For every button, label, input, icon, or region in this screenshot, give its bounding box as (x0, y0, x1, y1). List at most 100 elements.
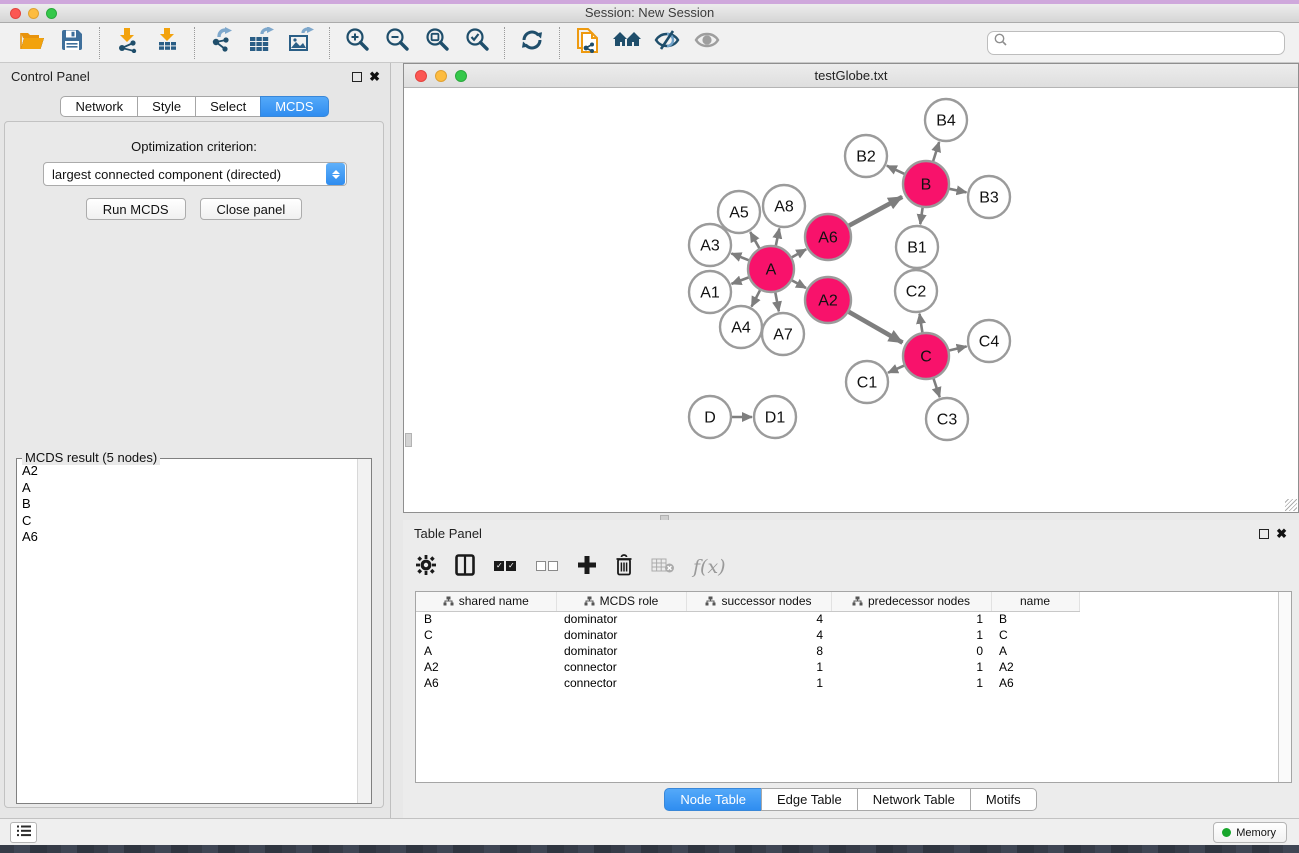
tab-motifs[interactable]: Motifs (970, 788, 1037, 811)
zoom-in-button[interactable] (337, 26, 377, 60)
refresh-button[interactable] (512, 26, 552, 60)
column-header-shared-name[interactable]: shared name (416, 592, 556, 611)
task-history-button[interactable] (10, 822, 37, 843)
close-panel-button[interactable]: Close panel (200, 198, 303, 220)
zoom-fit-button[interactable] (417, 26, 457, 60)
network-graph[interactable]: AA1A2A3A4A5A6A7A8BB1B2B3B4CC1C2C3C4DD1 (404, 88, 1298, 512)
deselect-all-button[interactable] (535, 554, 559, 580)
table-cell[interactable]: connector (556, 659, 686, 675)
table-cell[interactable]: 8 (686, 643, 831, 659)
node-C[interactable]: C (903, 333, 949, 379)
edge-B-B4[interactable] (933, 142, 940, 163)
table-cell[interactable]: 1 (831, 659, 991, 675)
close-traffic-light[interactable] (10, 8, 21, 19)
export-network-button[interactable] (202, 26, 242, 60)
table-cell[interactable]: A (416, 643, 556, 659)
node-B4[interactable]: B4 (925, 99, 967, 141)
node-A4[interactable]: A4 (720, 306, 762, 348)
criterion-dropdown[interactable]: largest connected component (directed) (43, 162, 347, 186)
zoom-selected-button[interactable] (457, 26, 497, 60)
copy-network-button[interactable] (567, 26, 607, 60)
node-A5[interactable]: A5 (718, 191, 760, 233)
mcds-result-item[interactable]: A2 (18, 463, 356, 480)
table-settings-button[interactable] (415, 554, 437, 580)
node-B2[interactable]: B2 (845, 135, 887, 177)
mcds-result-list[interactable]: A2ABCA6 (18, 463, 356, 802)
node-A7[interactable]: A7 (762, 313, 804, 355)
column-header-predecessor-nodes[interactable]: predecessor nodes (831, 592, 991, 611)
hide-selected-button[interactable] (647, 26, 687, 60)
search-input[interactable] (1009, 33, 1284, 53)
table-cell[interactable]: B (991, 611, 1079, 627)
edge-C-C4[interactable] (947, 346, 966, 351)
network-close-traffic-light[interactable] (415, 70, 427, 82)
node-C3[interactable]: C3 (926, 398, 968, 440)
table-cell[interactable]: C (991, 627, 1079, 643)
node-A3[interactable]: A3 (689, 224, 731, 266)
table-cell[interactable]: dominator (556, 627, 686, 643)
close-panel-icon[interactable]: ✖ (369, 69, 380, 85)
node-C1[interactable]: C1 (846, 361, 888, 403)
edge-A-A6[interactable] (790, 249, 806, 258)
edge-A-A8[interactable] (775, 229, 779, 248)
edge-C-C2[interactable] (919, 314, 922, 335)
memory-button[interactable]: Memory (1213, 822, 1287, 843)
table-cell[interactable]: A6 (991, 675, 1079, 691)
minimize-traffic-light[interactable] (28, 8, 39, 19)
tab-mcds[interactable]: MCDS (260, 96, 328, 117)
delete-table-button[interactable] (651, 554, 675, 580)
window-titlebar[interactable]: Session: New Session (0, 4, 1299, 23)
table-cell[interactable]: 4 (686, 627, 831, 643)
run-mcds-button[interactable]: Run MCDS (86, 198, 186, 220)
export-table-button[interactable] (242, 26, 282, 60)
edge-A-A5[interactable] (750, 232, 760, 250)
edge-A-A7[interactable] (775, 291, 779, 312)
table-cell[interactable]: dominator (556, 643, 686, 659)
edge-B-B1[interactable] (920, 206, 923, 224)
table-cell[interactable]: dominator (556, 611, 686, 627)
node-A2[interactable]: A2 (805, 277, 851, 323)
node-A1[interactable]: A1 (689, 271, 731, 313)
edge-B-B3[interactable] (948, 188, 967, 192)
table-cell[interactable]: A6 (416, 675, 556, 691)
node-A8[interactable]: A8 (763, 185, 805, 227)
table-cell[interactable]: 1 (831, 611, 991, 627)
node-B1[interactable]: B1 (896, 226, 938, 268)
table-cell[interactable]: C (416, 627, 556, 643)
network-window-titlebar[interactable]: testGlobe.txt (404, 64, 1298, 88)
table-cell[interactable]: 1 (831, 675, 991, 691)
column-header-MCDS-role[interactable]: MCDS role (556, 592, 686, 611)
two-houses-button[interactable] (607, 26, 647, 60)
import-network-button[interactable] (107, 26, 147, 60)
table-cell[interactable]: A2 (991, 659, 1079, 675)
close-table-panel-icon[interactable]: ✖ (1276, 526, 1287, 542)
export-image-button[interactable] (282, 26, 322, 60)
tab-select[interactable]: Select (195, 96, 261, 117)
table-row[interactable]: Bdominator41B (416, 611, 1279, 627)
network-resize-corner[interactable] (1285, 499, 1297, 511)
edge-B-B2[interactable] (887, 166, 906, 175)
tab-node-table[interactable]: Node Table (664, 788, 762, 811)
zoom-out-button[interactable] (377, 26, 417, 60)
show-columns-button[interactable] (455, 554, 475, 580)
node-C4[interactable]: C4 (968, 320, 1010, 362)
node-C2[interactable]: C2 (895, 270, 937, 312)
edge-A2-C[interactable] (847, 311, 902, 343)
mcds-result-item[interactable]: A (18, 480, 356, 497)
tab-style[interactable]: Style (137, 96, 196, 117)
function-builder-button[interactable]: f(x) (693, 556, 726, 578)
network-splitter-handle[interactable] (405, 433, 412, 447)
table-row[interactable]: A6connector11A6 (416, 675, 1279, 691)
float-table-panel-icon[interactable] (1259, 529, 1269, 539)
table-cell[interactable]: 4 (686, 611, 831, 627)
table-row[interactable]: A2connector11A2 (416, 659, 1279, 675)
select-all-button[interactable] (493, 554, 517, 580)
node-D1[interactable]: D1 (754, 396, 796, 438)
network-canvas[interactable]: AA1A2A3A4A5A6A7A8BB1B2B3B4CC1C2C3C4DD1 (404, 88, 1298, 512)
node-B[interactable]: B (903, 161, 949, 207)
node-B3[interactable]: B3 (968, 176, 1010, 218)
tab-edge-table[interactable]: Edge Table (761, 788, 858, 811)
show-all-button[interactable] (687, 26, 727, 60)
open-session-button[interactable] (12, 26, 52, 60)
save-session-button[interactable] (52, 26, 92, 60)
